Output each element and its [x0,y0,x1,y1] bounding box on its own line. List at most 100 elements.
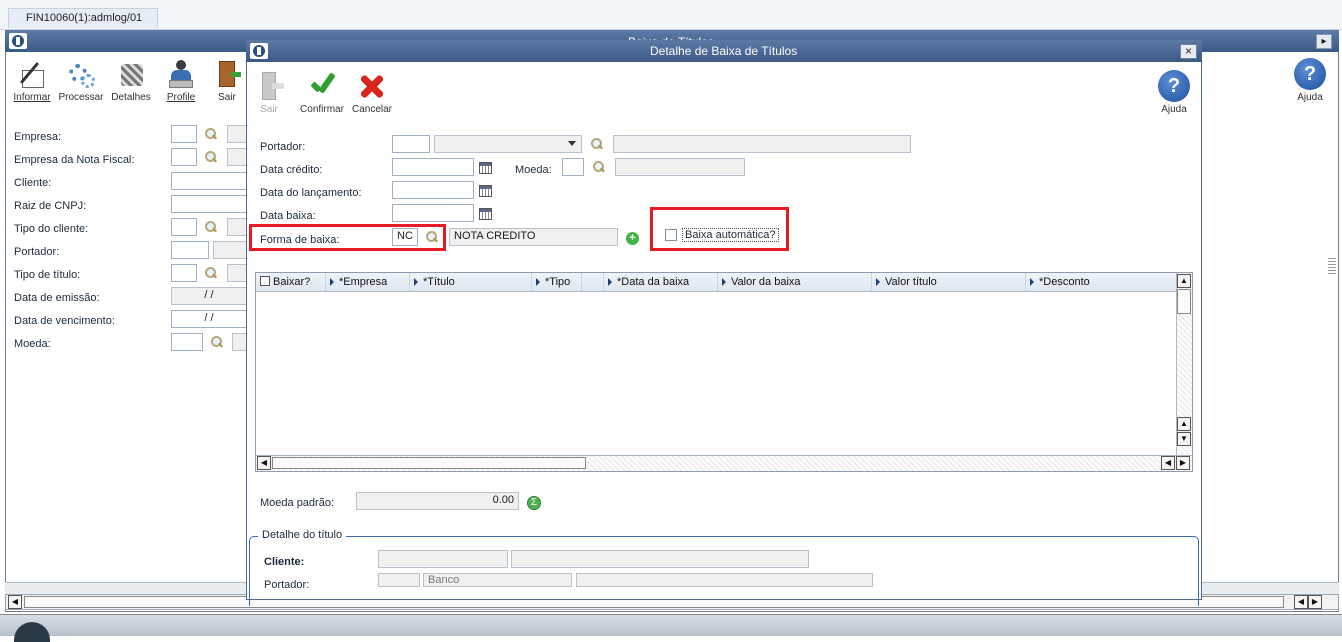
moeda-padrao-input: 0.00 [356,492,519,510]
empresa-search-icon[interactable] [204,127,218,141]
col-baixar[interactable]: Baixar? [256,273,326,291]
select-all-checkbox[interactable] [260,276,270,286]
moeda-desc-input [615,158,745,176]
data-vencimento-input[interactable]: / / [171,310,247,328]
tipo-titulo-input[interactable] [171,264,197,282]
detalhe-titulo-group [249,536,1199,606]
data-credito-input[interactable] [392,158,474,176]
tipo-cliente-desc-input [227,218,247,236]
sort-arrow-icon [536,278,540,286]
sort-arrow-icon [330,278,334,286]
dialog-ajuda-label: Ajuda [1161,104,1187,115]
check-icon [306,70,338,102]
raiz-cnpj-label: Raiz de CNPJ: [14,200,87,212]
dialog-close-button[interactable]: × [1180,44,1197,59]
sort-arrow-icon [876,278,880,286]
col-desconto[interactable]: *Desconto [1026,273,1176,291]
sort-arrow-icon [608,278,612,286]
data-baixa-input[interactable] [392,204,474,222]
moeda-input[interactable] [562,158,584,176]
data-credito-calendar-icon[interactable] [479,162,492,174]
cancelar-label: Cancelar [351,104,393,115]
informar-button[interactable]: Informar [10,58,54,103]
data-lancamento-input[interactable] [392,181,474,199]
main-hscroll-left[interactable]: ◀ [8,595,22,609]
portador-combo[interactable] [434,135,582,153]
empresa-nf-label: Empresa da Nota Fiscal: [14,154,135,166]
empresa-nf-search-icon[interactable] [204,150,218,164]
data-emissao-input[interactable]: / / [171,287,247,305]
empresa-input[interactable] [171,125,197,143]
dialog-close-label: × [1184,44,1192,58]
tools-icon [115,58,147,90]
main-ajuda-label: Ajuda [1297,92,1323,103]
data-credito-label: Data crédito: [260,164,323,176]
moeda-main-label: Moeda: [14,338,51,350]
grid-scroll-down[interactable]: ▼ [1177,432,1191,446]
col-blank[interactable] [582,273,604,291]
main-close-button[interactable]: ▸ [1316,34,1332,49]
data-baixa-calendar-icon[interactable] [479,208,492,220]
processar-button[interactable]: Processar [58,58,104,103]
grid-scroll-up2[interactable]: ▲ [1177,417,1191,431]
main-ajuda-button[interactable]: ? Ajuda [1290,58,1330,103]
col-data-baixa-label: *Data da baixa [617,276,690,288]
portador-main-label: Portador: [14,246,60,258]
cliente-label: Cliente: [14,177,52,189]
grid-hscroll-thumb[interactable] [272,457,586,469]
col-tipo[interactable]: *Tipo [532,273,582,291]
portador-main-combo[interactable] [213,241,247,259]
portador-detail-desc [576,573,873,587]
confirmar-label: Confirmar [300,104,344,115]
tipo-cliente-input[interactable] [171,218,197,236]
col-valor-titulo[interactable]: Valor título [872,273,1026,291]
empresa-label: Empresa: [14,131,62,143]
portador-detail-label: Portador: [264,579,310,591]
data-lancamento-calendar-icon[interactable] [479,185,492,197]
cancelar-button[interactable]: Cancelar [350,70,394,115]
gears-icon [65,58,97,90]
cliente-detail-code [378,550,508,568]
cliente-detail-name [511,550,809,568]
col-titulo-label: *Título [423,276,455,288]
moeda-main-search-icon[interactable] [210,335,224,349]
portador-input[interactable] [392,135,430,153]
detalhes-button[interactable]: Detalhes [109,58,153,103]
empresa-nf-input[interactable] [171,148,197,166]
moeda-main-input[interactable] [171,333,203,351]
sair-button[interactable]: Sair [210,58,244,103]
col-titulo[interactable]: *Título [410,273,532,291]
dialog-ajuda-button[interactable]: ? Ajuda [1154,70,1194,115]
portador-combo-arrow-icon[interactable] [568,141,576,146]
main-hscroll-right2[interactable]: ▶ [1308,595,1322,609]
col-empresa[interactable]: *Empresa [326,273,410,291]
sort-arrow-icon [414,278,418,286]
grid-scroll-left2[interactable]: ◀ [1161,456,1175,470]
cliente-input[interactable] [171,172,247,190]
sum-sigma-icon[interactable]: Σ [527,496,541,510]
add-forma-baixa-icon[interactable]: + [626,232,639,245]
grid-vscroll-thumb[interactable] [1177,289,1191,314]
profile-label: Profile [166,92,196,103]
grid-scroll-up[interactable]: ▲ [1177,274,1191,288]
dialog-sair-button[interactable]: Sair [254,70,284,115]
raiz-cnpj-input[interactable] [171,195,247,213]
col-baixar-label: Baixar? [273,276,311,288]
grid-scroll-left[interactable]: ◀ [257,456,271,470]
portador-search-icon[interactable] [590,137,604,151]
moeda-search-icon[interactable] [592,160,606,174]
col-data-baixa[interactable]: *Data da baixa [604,273,718,291]
tipo-titulo-search-icon[interactable] [204,266,218,280]
dialog-sair-label: Sair [260,104,278,115]
main-hscroll-right[interactable]: ◀ [1294,595,1308,609]
sort-arrow-icon [722,278,726,286]
grid-scroll-right[interactable]: ▶ [1176,456,1190,470]
user-computer-icon [165,58,197,90]
forma-baixa-desc: NOTA CREDITO [454,230,536,242]
col-valor-baixa[interactable]: Valor da baixa [718,273,872,291]
confirmar-button[interactable]: Confirmar [298,70,346,115]
right-splitter-grip[interactable] [1328,258,1336,276]
tipo-cliente-search-icon[interactable] [204,220,218,234]
profile-button[interactable]: Profile [160,58,202,103]
portador-main-input[interactable] [171,241,209,259]
